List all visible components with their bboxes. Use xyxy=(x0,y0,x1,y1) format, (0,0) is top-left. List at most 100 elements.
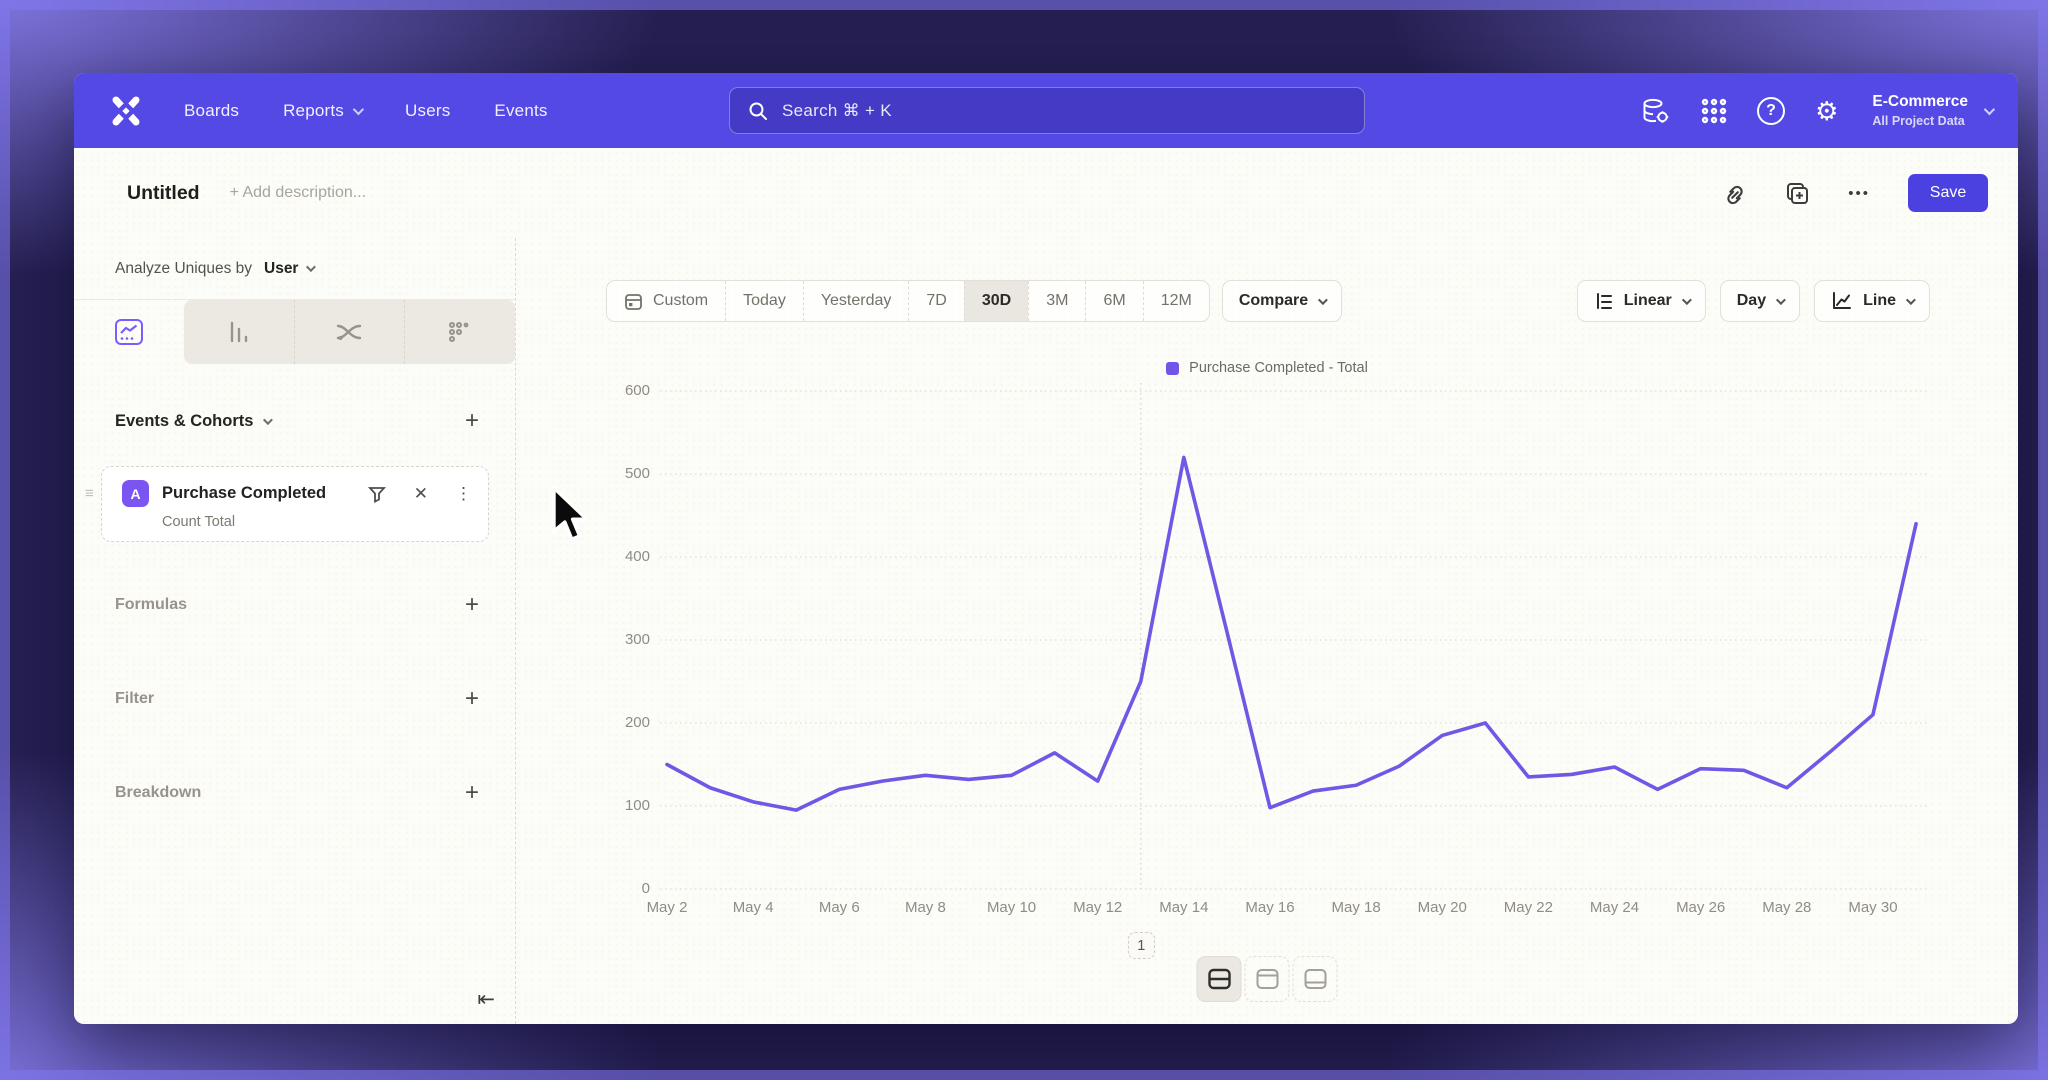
add-description-field[interactable]: + Add description... xyxy=(230,184,367,202)
tab-bar-chart[interactable] xyxy=(184,300,294,364)
add-event-button[interactable]: + xyxy=(465,409,479,433)
drag-handle-icon[interactable]: ≡ xyxy=(85,485,94,502)
retention-dots-icon xyxy=(446,318,474,346)
bar-chart-icon xyxy=(225,318,253,346)
tab-flows[interactable] xyxy=(294,300,405,364)
y-axis-tick: 500 xyxy=(586,465,650,482)
save-button[interactable]: Save xyxy=(1908,174,1988,212)
screen: Boards Reports Users Events Search ⌘ + K xyxy=(0,0,2048,1080)
x-axis-tick: May 16 xyxy=(1225,899,1315,916)
help-glyph: ? xyxy=(1766,102,1776,120)
collapse-sidebar-icon[interactable]: ⇤ xyxy=(477,987,495,1012)
event-measurement[interactable]: Count Total xyxy=(162,514,472,530)
annotation-label: 1 xyxy=(1137,938,1145,954)
tab-insights-line[interactable] xyxy=(74,300,184,364)
x-axis-tick: May 2 xyxy=(622,899,712,916)
annotation-marker[interactable]: 1 xyxy=(1128,932,1155,959)
x-axis-tick: May 10 xyxy=(967,899,1057,916)
tab-retention[interactable] xyxy=(404,300,515,364)
x-axis-tick: May 20 xyxy=(1397,899,1487,916)
chevron-down-icon xyxy=(1984,103,1995,114)
x-axis-tick: May 18 xyxy=(1311,899,1401,916)
chevron-down-icon[interactable] xyxy=(306,262,316,272)
nav-item-reports[interactable]: Reports xyxy=(283,101,361,121)
project-subtitle: All Project Data xyxy=(1872,114,1968,128)
event-card-actions: ✕ ⋮ xyxy=(367,484,472,504)
visualization-tabstrip xyxy=(74,300,515,364)
search-icon xyxy=(748,101,768,121)
mixpanel-logo-icon[interactable] xyxy=(108,93,144,129)
line-chart-icon xyxy=(114,318,144,346)
toolbar-actions: ••• Save xyxy=(1723,174,1988,212)
help-icon[interactable]: ? xyxy=(1757,97,1785,125)
x-axis-tick: May 14 xyxy=(1139,899,1229,916)
query-sidebar: Analyze Uniques by User xyxy=(74,238,516,1024)
project-switcher[interactable]: E-Commerce All Project Data xyxy=(1872,93,1992,128)
y-axis-tick: 300 xyxy=(586,631,650,648)
apps-grid-icon[interactable] xyxy=(1701,98,1727,124)
more-options-button[interactable]: ••• xyxy=(1848,185,1870,202)
chevron-down-icon xyxy=(353,103,364,114)
analyze-by-dropdown[interactable]: User xyxy=(264,260,298,278)
formulas-section: Formulas + xyxy=(115,588,479,622)
report-toolbar: Untitled + Add description... xyxy=(74,148,2018,238)
x-axis-tick: May 4 xyxy=(708,899,798,916)
event-card[interactable]: ≡ A Purchase Completed ✕ ⋮ Count Total xyxy=(101,466,489,542)
chart-panel: Custom Today Yesterday 7D 30D 3M 6M 12M … xyxy=(516,238,2018,1024)
event-name[interactable]: Purchase Completed xyxy=(162,484,326,503)
event-card-row: A Purchase Completed ✕ ⋮ xyxy=(122,480,472,507)
add-formula-button[interactable]: + xyxy=(465,593,479,617)
filter-funnel-icon[interactable] xyxy=(367,484,387,504)
chevron-down-icon[interactable] xyxy=(263,415,273,425)
x-axis-tick: May 22 xyxy=(1483,899,1573,916)
events-cohorts-header: Events & Cohorts + xyxy=(115,403,479,439)
nav-label: Reports xyxy=(283,101,344,121)
line-chart[interactable]: 1 0100200300400500600May 2May 4May 6May … xyxy=(516,238,2018,1024)
add-breakdown-button[interactable]: + xyxy=(465,781,479,805)
report-title[interactable]: Untitled xyxy=(127,182,200,205)
breakdown-label: Breakdown xyxy=(115,784,201,802)
layout-split-top-icon xyxy=(1255,968,1279,990)
y-axis-tick: 200 xyxy=(586,714,650,731)
nav-label: Events xyxy=(494,101,547,121)
nav-item-events[interactable]: Events xyxy=(494,101,547,121)
layout-top-bar-button[interactable] xyxy=(1245,956,1290,1002)
y-axis-tick: 100 xyxy=(586,797,650,814)
data-management-icon[interactable] xyxy=(1641,97,1671,125)
flows-icon xyxy=(334,318,364,346)
project-name: E-Commerce xyxy=(1872,93,1968,111)
x-axis-tick: May 12 xyxy=(1053,899,1143,916)
app-window: Boards Reports Users Events Search ⌘ + K xyxy=(74,73,2018,1024)
x-axis-tick: May 26 xyxy=(1656,899,1746,916)
analyze-row: Analyze Uniques by User xyxy=(74,238,515,300)
navbar-right: ? ⚙ E-Commerce All Project Data xyxy=(1641,93,1992,128)
series-line[interactable] xyxy=(667,457,1916,810)
x-axis-tick: May 8 xyxy=(880,899,970,916)
layout-split-horizontal-button[interactable] xyxy=(1197,956,1242,1002)
search-input[interactable]: Search ⌘ + K xyxy=(729,87,1365,134)
y-axis-tick: 600 xyxy=(586,382,650,399)
search-placeholder: Search ⌘ + K xyxy=(782,101,892,121)
x-axis-tick: May 24 xyxy=(1570,899,1660,916)
duplicate-icon[interactable] xyxy=(1785,181,1810,206)
x-axis-tick: May 6 xyxy=(794,899,884,916)
x-axis-tick: May 28 xyxy=(1742,899,1832,916)
nav-item-boards[interactable]: Boards xyxy=(184,101,239,121)
layout-split-bottom-icon xyxy=(1303,968,1327,990)
event-more-icon[interactable]: ⋮ xyxy=(455,484,472,504)
share-link-icon[interactable] xyxy=(1723,181,1747,205)
layout-bottom-bar-button[interactable] xyxy=(1293,956,1338,1002)
nav-label: Users xyxy=(405,101,450,121)
event-series-badge: A xyxy=(122,480,149,507)
x-axis-tick: May 30 xyxy=(1828,899,1918,916)
remove-event-icon[interactable]: ✕ xyxy=(414,484,428,504)
add-filter-button[interactable]: + xyxy=(465,687,479,711)
nav-label: Boards xyxy=(184,101,239,121)
settings-gear-icon[interactable]: ⚙ xyxy=(1815,98,1838,124)
nav-item-users[interactable]: Users xyxy=(405,101,450,121)
y-axis-tick: 0 xyxy=(586,880,650,897)
y-axis-tick: 400 xyxy=(586,548,650,565)
filter-label: Filter xyxy=(115,690,154,708)
breakdown-section: Breakdown + xyxy=(115,776,479,810)
top-navbar: Boards Reports Users Events Search ⌘ + K xyxy=(74,73,2018,148)
